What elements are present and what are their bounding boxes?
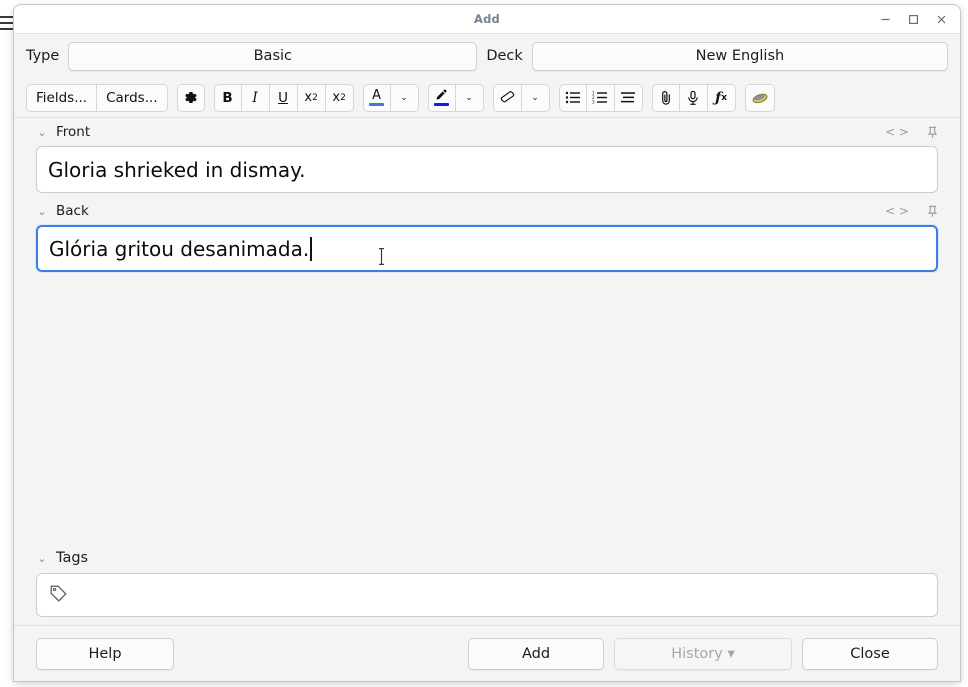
toolbar-group-text-color: A ⌄	[362, 83, 419, 112]
text-align-icon[interactable]	[614, 83, 643, 112]
field-header-front: ⌄ Front < >	[36, 118, 938, 146]
type-label: Type	[26, 48, 60, 64]
cards-button[interactable]: Cards...	[97, 83, 168, 112]
chevron-down-icon: ⌄	[465, 92, 473, 103]
text-color-dropdown[interactable]: ⌄	[390, 83, 419, 112]
tags-block: ⌄ Tags	[14, 543, 960, 625]
subscript-button[interactable]: x2	[325, 83, 354, 112]
chevron-down-icon[interactable]: ⌄	[36, 552, 48, 565]
pin-icon[interactable]	[927, 126, 938, 139]
window-controls	[872, 5, 954, 33]
ordered-list-icon[interactable]: 1 2 3	[586, 83, 615, 112]
field-block-back: ⌄ Back < > Glória gritou desanimada.	[14, 197, 960, 272]
tags-header: ⌄ Tags	[36, 543, 938, 573]
minimize-icon[interactable]	[872, 8, 898, 30]
html-editor-toggle-icon[interactable]: < >	[885, 204, 909, 218]
subscript-exponent: 2	[340, 92, 346, 103]
superscript-button[interactable]: x2	[297, 83, 326, 112]
chevron-down-icon: ⌄	[400, 92, 408, 103]
toolbar-group-media: ƒx	[651, 83, 736, 112]
toolbar-group-cloze	[744, 83, 775, 112]
text-color-label: A	[372, 88, 382, 103]
highlight-color-dropdown[interactable]: ⌄	[455, 83, 484, 112]
bold-button[interactable]: B	[213, 83, 242, 112]
add-note-window: Add Type Basic Deck New English Fields..…	[14, 5, 960, 681]
cloze-bracket-icon[interactable]	[744, 83, 775, 112]
field-input-back[interactable]: Glória gritou desanimada.	[36, 225, 938, 272]
gear-icon[interactable]	[176, 83, 205, 112]
fields-area: ⌄ Front < > Gloria shrieked in dismay. ⌄…	[14, 118, 960, 625]
deck-label: Deck	[486, 48, 523, 64]
mouse-cursor-ibeam	[377, 246, 386, 265]
highlight-color-swatch	[434, 103, 450, 106]
deck-selector-button[interactable]: New English	[531, 41, 948, 71]
underline-button[interactable]: U	[269, 83, 298, 112]
dialog-footer: Help Add History ▾ Close	[14, 625, 960, 681]
maximize-icon[interactable]	[900, 8, 926, 30]
empty-field-space	[14, 272, 960, 543]
text-color-button[interactable]: A	[362, 83, 391, 112]
marker-pen-icon	[434, 89, 449, 102]
text-caret	[310, 236, 312, 261]
add-button[interactable]: Add	[468, 637, 604, 670]
toolbar-group-lists: 1 2 3	[558, 83, 643, 112]
chevron-down-icon[interactable]: ⌄	[36, 205, 48, 218]
toolbar-group-settings	[176, 83, 205, 112]
pin-icon[interactable]	[927, 205, 938, 218]
text-color-swatch	[369, 103, 385, 106]
field-header-back: ⌄ Back < >	[36, 197, 938, 225]
unordered-list-icon[interactable]	[558, 83, 587, 112]
tags-label: Tags	[56, 550, 89, 566]
editor-toolbar: Fields... Cards... B I U x2 x2 A ⌄ ⌄ ⌄ 1…	[14, 78, 960, 118]
window-edge-lines	[0, 12, 14, 34]
toolbar-group-formatting: B I U x2 x2	[213, 83, 354, 112]
chevron-down-icon[interactable]: ⌄	[36, 126, 48, 139]
eraser-icon[interactable]	[492, 83, 522, 112]
toolbar-group-eraser: ⌄	[492, 83, 550, 112]
title-bar: Add	[14, 5, 960, 34]
close-button[interactable]: Close	[802, 637, 938, 670]
notetype-selector-button[interactable]: Basic	[68, 41, 478, 71]
svg-text:3: 3	[592, 100, 595, 105]
mathjax-subscript: x	[721, 92, 727, 103]
microphone-icon[interactable]	[679, 83, 708, 112]
field-input-front[interactable]: Gloria shrieked in dismay.	[36, 146, 938, 193]
history-button[interactable]: History ▾	[614, 637, 792, 670]
highlight-color-button[interactable]	[427, 83, 456, 112]
close-icon[interactable]	[928, 8, 954, 30]
field-name-front: Front	[56, 124, 91, 140]
window-title: Add	[474, 12, 500, 26]
mathjax-icon[interactable]: ƒx	[707, 83, 736, 112]
field-name-back: Back	[56, 203, 89, 219]
help-button[interactable]: Help	[36, 637, 174, 670]
tag-icon	[48, 583, 69, 608]
toolbar-group-highlight: ⌄	[427, 83, 484, 112]
paperclip-icon[interactable]	[651, 83, 680, 112]
superscript-exponent: 2	[312, 92, 318, 103]
italic-button[interactable]: I	[241, 83, 270, 112]
notetype-deck-row: Type Basic Deck New English	[14, 34, 960, 78]
subscript-base: x	[332, 90, 341, 105]
chevron-down-icon: ⌄	[531, 92, 539, 103]
field-input-back-text: Glória gritou desanimada.	[49, 236, 310, 261]
superscript-base: x	[304, 90, 313, 105]
tags-input[interactable]	[36, 573, 938, 617]
eraser-dropdown[interactable]: ⌄	[521, 83, 550, 112]
html-editor-toggle-icon[interactable]: < >	[885, 125, 909, 139]
toolbar-group-notetype: Fields... Cards...	[26, 83, 168, 112]
field-block-front: ⌄ Front < > Gloria shrieked in dismay.	[14, 118, 960, 193]
fields-button[interactable]: Fields...	[26, 83, 98, 112]
